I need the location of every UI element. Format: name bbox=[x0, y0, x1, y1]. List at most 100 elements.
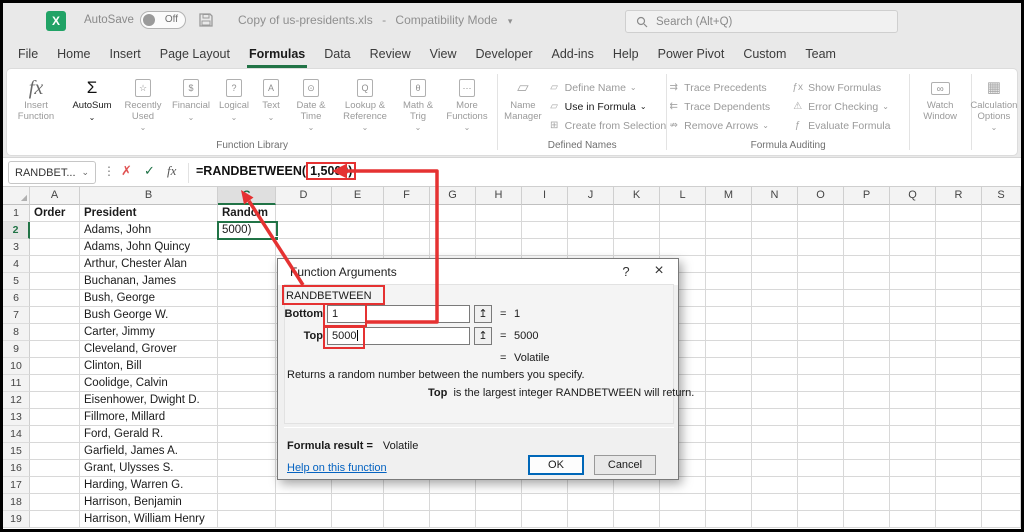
cell-a11[interactable] bbox=[30, 375, 80, 392]
cell-h2[interactable] bbox=[476, 222, 522, 239]
cell-b15[interactable]: Garfield, James A. bbox=[80, 443, 218, 460]
cell-m16[interactable] bbox=[706, 460, 752, 477]
cell-m10[interactable] bbox=[706, 358, 752, 375]
cell-b2[interactable]: Adams, John bbox=[80, 222, 218, 239]
cell-c11[interactable] bbox=[218, 375, 276, 392]
argument-input-bottom[interactable]: 1 bbox=[327, 305, 470, 323]
cell-f2[interactable] bbox=[384, 222, 430, 239]
cell-i19[interactable] bbox=[522, 511, 568, 528]
cell-e2[interactable] bbox=[332, 222, 384, 239]
cell-b11[interactable]: Coolidge, Calvin bbox=[80, 375, 218, 392]
row-header-10[interactable]: 10 bbox=[3, 358, 30, 375]
cell-a18[interactable] bbox=[30, 494, 80, 511]
cell-q14[interactable] bbox=[890, 426, 936, 443]
ok-button[interactable]: OK bbox=[528, 455, 584, 475]
cell-s17[interactable] bbox=[982, 477, 1021, 494]
cell-a9[interactable] bbox=[30, 341, 80, 358]
tab-help[interactable]: Help bbox=[611, 40, 641, 68]
cell-l3[interactable] bbox=[660, 239, 706, 256]
tab-custom[interactable]: Custom bbox=[741, 40, 788, 68]
cell-q17[interactable] bbox=[890, 477, 936, 494]
cell-s19[interactable] bbox=[982, 511, 1021, 528]
cell-p8[interactable] bbox=[844, 324, 890, 341]
cell-b13[interactable]: Fillmore, Millard bbox=[80, 409, 218, 426]
cell-p10[interactable] bbox=[844, 358, 890, 375]
row-header-15[interactable]: 15 bbox=[3, 443, 30, 460]
cell-i2[interactable] bbox=[522, 222, 568, 239]
tab-home[interactable]: Home bbox=[55, 40, 92, 68]
cell-c1[interactable]: Random bbox=[218, 205, 276, 222]
cell-a16[interactable] bbox=[30, 460, 80, 477]
cell-j18[interactable] bbox=[568, 494, 614, 511]
cell-p6[interactable] bbox=[844, 290, 890, 307]
help-link[interactable]: Help on this function bbox=[287, 462, 387, 474]
row-header-19[interactable]: 19 bbox=[3, 511, 30, 528]
cell-c6[interactable] bbox=[218, 290, 276, 307]
cell-r1[interactable] bbox=[936, 205, 982, 222]
cell-o6[interactable] bbox=[798, 290, 844, 307]
cell-s7[interactable] bbox=[982, 307, 1021, 324]
cell-r9[interactable] bbox=[936, 341, 982, 358]
cell-e19[interactable] bbox=[332, 511, 384, 528]
cell-o16[interactable] bbox=[798, 460, 844, 477]
cell-o14[interactable] bbox=[798, 426, 844, 443]
cell-k2[interactable] bbox=[614, 222, 660, 239]
cell-r8[interactable] bbox=[936, 324, 982, 341]
cell-c8[interactable] bbox=[218, 324, 276, 341]
ribbon-button-logical[interactable]: ? Logical ⌄ bbox=[214, 73, 254, 139]
tab-add-ins[interactable]: Add-ins bbox=[550, 40, 596, 68]
cell-q16[interactable] bbox=[890, 460, 936, 477]
cell-q10[interactable] bbox=[890, 358, 936, 375]
row-header-18[interactable]: 18 bbox=[3, 494, 30, 511]
cell-o3[interactable] bbox=[798, 239, 844, 256]
cell-c15[interactable] bbox=[218, 443, 276, 460]
cell-r17[interactable] bbox=[936, 477, 982, 494]
cell-c12[interactable] bbox=[218, 392, 276, 409]
cell-k19[interactable] bbox=[614, 511, 660, 528]
formula-input[interactable]: =RANDBETWEEN(1,5000) bbox=[196, 162, 357, 180]
cell-n3[interactable] bbox=[752, 239, 798, 256]
column-header-e[interactable]: E bbox=[332, 187, 384, 205]
cell-b10[interactable]: Clinton, Bill bbox=[80, 358, 218, 375]
cell-d2[interactable] bbox=[276, 222, 332, 239]
cell-n4[interactable] bbox=[752, 256, 798, 273]
save-icon[interactable] bbox=[198, 12, 214, 33]
cell-r19[interactable] bbox=[936, 511, 982, 528]
cell-l2[interactable] bbox=[660, 222, 706, 239]
cell-b7[interactable]: Bush George W. bbox=[80, 307, 218, 324]
cell-e3[interactable] bbox=[332, 239, 384, 256]
cell-a17[interactable] bbox=[30, 477, 80, 494]
cell-r4[interactable] bbox=[936, 256, 982, 273]
row-header-2[interactable]: 2 bbox=[3, 222, 30, 239]
cell-m18[interactable] bbox=[706, 494, 752, 511]
cancel-entry-icon[interactable]: ✗ bbox=[121, 163, 132, 179]
cell-p2[interactable] bbox=[844, 222, 890, 239]
cell-q11[interactable] bbox=[890, 375, 936, 392]
cell-l1[interactable] bbox=[660, 205, 706, 222]
cell-n15[interactable] bbox=[752, 443, 798, 460]
cell-a3[interactable] bbox=[30, 239, 80, 256]
cell-q2[interactable] bbox=[890, 222, 936, 239]
ribbon-button-date-time[interactable]: ⊙ Date & Time ⌄ bbox=[288, 73, 334, 139]
cell-a1[interactable]: Order bbox=[30, 205, 80, 222]
cell-o12[interactable] bbox=[798, 392, 844, 409]
insert-function-button[interactable]: fx Insert Function bbox=[7, 73, 65, 139]
argument-input-top[interactable]: 5000 bbox=[327, 327, 470, 345]
cell-s1[interactable] bbox=[982, 205, 1021, 222]
tab-view[interactable]: View bbox=[428, 40, 459, 68]
fill-handle[interactable] bbox=[274, 236, 279, 241]
cell-m17[interactable] bbox=[706, 477, 752, 494]
cell-q13[interactable] bbox=[890, 409, 936, 426]
watch-window-button[interactable]: ∞ Watch Window bbox=[910, 73, 970, 139]
cell-q1[interactable] bbox=[890, 205, 936, 222]
cell-c17[interactable] bbox=[218, 477, 276, 494]
cell-a4[interactable] bbox=[30, 256, 80, 273]
cell-s11[interactable] bbox=[982, 375, 1021, 392]
cell-c16[interactable] bbox=[218, 460, 276, 477]
cell-l19[interactable] bbox=[660, 511, 706, 528]
cell-a6[interactable] bbox=[30, 290, 80, 307]
column-header-m[interactable]: M bbox=[706, 187, 752, 205]
cell-b18[interactable]: Harrison, Benjamin bbox=[80, 494, 218, 511]
ribbon-button-error-checking[interactable]: ⚠ Error Checking ⌄ bbox=[791, 97, 909, 116]
cell-s18[interactable] bbox=[982, 494, 1021, 511]
